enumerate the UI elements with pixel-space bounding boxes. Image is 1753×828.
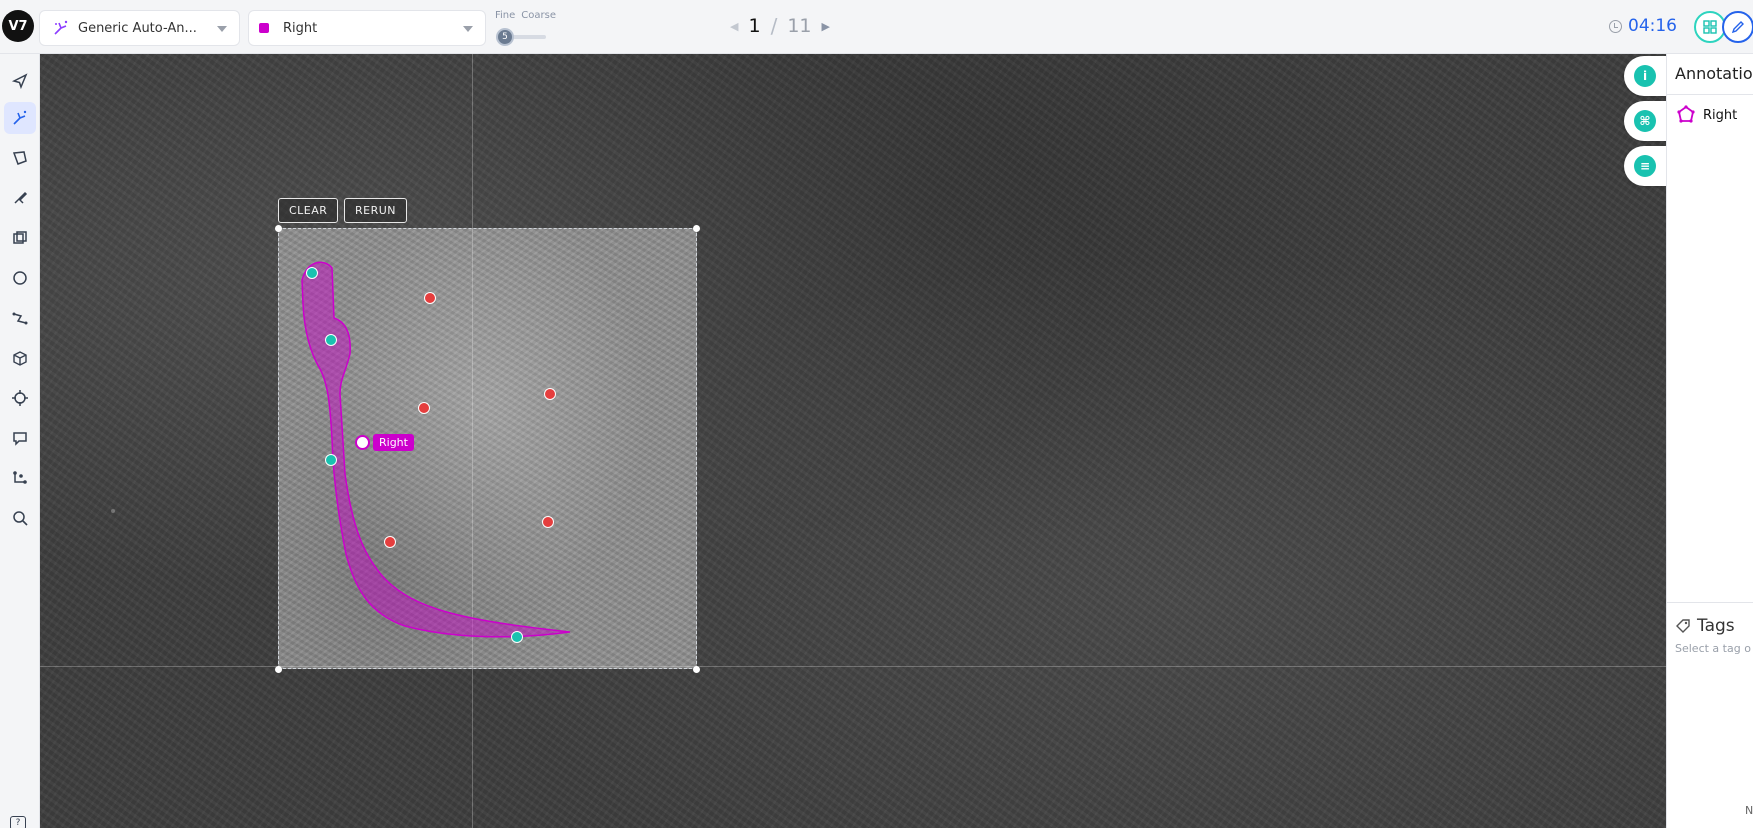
zoom-tool-button[interactable] xyxy=(4,502,36,534)
pencil-avatar-icon[interactable] xyxy=(1722,11,1753,43)
current-image-number: 1 xyxy=(748,15,761,37)
select-tool-button[interactable] xyxy=(4,65,36,97)
next-image-icon[interactable]: ▶ xyxy=(822,20,830,33)
negative-point[interactable] xyxy=(384,536,396,548)
annotation-list-item[interactable]: Right xyxy=(1675,104,1737,126)
tool-sidebar xyxy=(0,54,40,828)
tag-icon xyxy=(1676,619,1690,633)
ellipse-tool-icon xyxy=(13,271,27,285)
timer-value: 04:16 xyxy=(1628,16,1677,36)
class-color-swatch xyxy=(259,23,269,33)
tags-section-header: Tags xyxy=(1675,616,1735,636)
positive-point[interactable] xyxy=(306,267,318,279)
panel-corner-text: N xyxy=(1745,804,1753,817)
polyline-tool-button[interactable] xyxy=(4,302,36,334)
annotation-mask[interactable] xyxy=(40,54,1666,828)
settings-panel-button[interactable]: ≡ xyxy=(1624,146,1668,186)
shortcuts-panel-button[interactable]: ⌘ xyxy=(1624,101,1668,141)
polygon-tool-icon xyxy=(12,151,27,165)
annotation-item-label: Right xyxy=(1703,107,1738,123)
brush-tool-button[interactable] xyxy=(4,182,36,214)
brush-tool-icon xyxy=(14,191,28,204)
command-icon: ⌘ xyxy=(1634,110,1656,132)
bounding-box-tool-icon xyxy=(13,231,27,244)
sliders-icon: ≡ xyxy=(1634,155,1656,177)
positive-point[interactable] xyxy=(325,334,337,346)
v7-logo[interactable]: V7 xyxy=(2,10,34,42)
class-dropdown-label: Right xyxy=(283,20,318,36)
info-icon: i xyxy=(1634,65,1656,87)
skeleton-tool-icon xyxy=(13,471,27,484)
clock-icon xyxy=(1609,19,1622,33)
auto-annotate-tool-button[interactable] xyxy=(4,102,36,134)
keypoint-tool-button[interactable] xyxy=(4,382,36,414)
positive-point[interactable] xyxy=(325,454,337,466)
cuboid-tool-button[interactable] xyxy=(4,342,36,374)
tags-title: Tags xyxy=(1697,616,1735,636)
model-dropdown-label: Generic Auto-An... xyxy=(78,20,197,36)
cuboid-tool-icon xyxy=(13,351,27,366)
help-icon[interactable]: ? xyxy=(10,816,26,828)
skeleton-tool-button[interactable] xyxy=(4,462,36,494)
divider xyxy=(1667,602,1753,603)
ellipse-tool-button[interactable] xyxy=(4,262,36,294)
image-pager: ◀ 1 / 11 ▶ xyxy=(720,14,840,38)
chevron-down-icon xyxy=(217,26,227,32)
coarse-label: Coarse xyxy=(521,10,556,21)
top-toolbar: V7 Generic Auto-An... Right Fine Coarse 5… xyxy=(0,0,1753,54)
fine-label: Fine xyxy=(495,10,516,21)
negative-point[interactable] xyxy=(418,402,430,414)
negative-point[interactable] xyxy=(542,516,554,528)
bounding-box-tool-button[interactable] xyxy=(4,222,36,254)
auto-annotate-icon xyxy=(50,17,72,39)
select-tool-icon xyxy=(11,73,28,90)
image-canvas[interactable]: CLEAR RERUN Right xyxy=(40,54,1666,828)
zoom-tool-icon xyxy=(13,511,28,526)
negative-point[interactable] xyxy=(424,292,436,304)
polyline-tool-icon xyxy=(12,312,28,325)
auto-annotate-polygon-icon xyxy=(1675,104,1697,126)
collaborator-avatars xyxy=(1694,11,1753,43)
keypoint-tool-icon xyxy=(12,390,28,406)
total-images: 11 xyxy=(787,15,812,37)
comment-tool-button[interactable] xyxy=(4,422,36,454)
previous-image-icon[interactable]: ◀ xyxy=(730,20,738,33)
work-timer: 04:16 xyxy=(1609,16,1677,36)
comment-tool-icon xyxy=(13,432,27,446)
polygon-tool-button[interactable] xyxy=(4,142,36,174)
tags-select-input[interactable]: Select a tag o xyxy=(1675,642,1751,655)
positive-point[interactable] xyxy=(511,631,523,643)
annotation-workspace: V7 Generic Auto-An... Right Fine Coarse 5… xyxy=(0,0,1753,828)
granularity-slider-handle[interactable]: 5 xyxy=(496,28,514,46)
class-dropdown[interactable]: Right xyxy=(248,10,486,46)
annotation-anchor-dot[interactable] xyxy=(355,435,370,450)
pager-separator: / xyxy=(770,14,778,38)
chevron-down-icon xyxy=(463,26,473,32)
auto-annotate-tool-icon xyxy=(13,110,27,125)
divider xyxy=(1667,94,1753,95)
model-dropdown[interactable]: Generic Auto-An... xyxy=(39,10,240,46)
negative-point[interactable] xyxy=(544,388,556,400)
annotations-panel: Annotation Right Tags Select a tag o N xyxy=(1666,54,1753,828)
annotation-class-label: Right xyxy=(373,434,414,451)
annotations-panel-title: Annotation xyxy=(1675,64,1753,83)
info-panel-button[interactable]: i xyxy=(1624,56,1668,96)
granularity-labels: Fine Coarse xyxy=(495,10,562,21)
